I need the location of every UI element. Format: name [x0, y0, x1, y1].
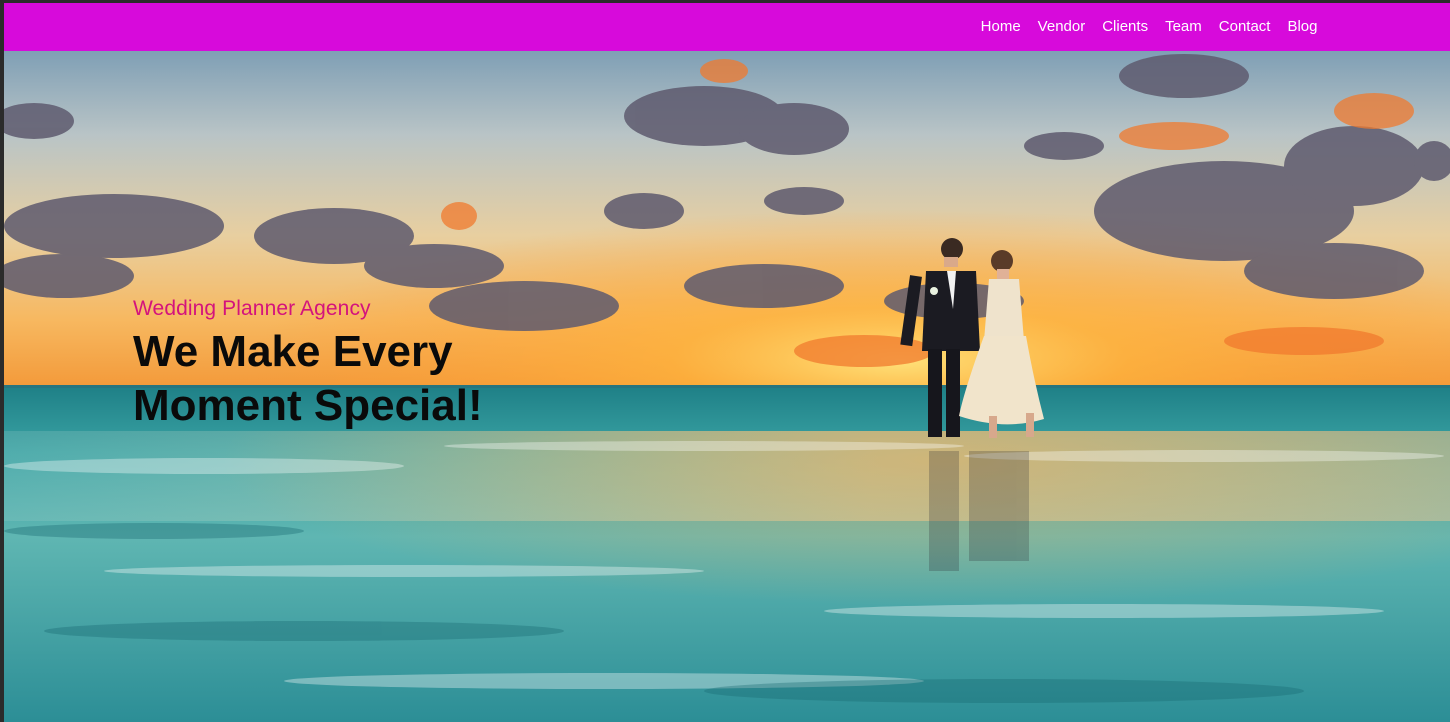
hero-subtitle: Wedding Planner Agency [133, 297, 371, 320]
nav-link-blog[interactable]: Blog [1279, 3, 1326, 51]
nav-link-home[interactable]: Home [972, 3, 1029, 51]
nav-link-vendor[interactable]: Vendor [1029, 3, 1094, 51]
hero-text: Wedding Planner Agency We Make Every Mom… [133, 297, 513, 433]
page: Home Vendor Clients Team Contact Blog We… [4, 3, 1450, 722]
nav-link-clients[interactable]: Clients [1094, 3, 1157, 51]
nav-link-team[interactable]: Team [1157, 3, 1211, 51]
hero-section: Wedding Planner Agency We Make Every Mom… [4, 51, 1450, 722]
hero-title: We Make Every Moment Special! [133, 327, 483, 430]
navbar: Home Vendor Clients Team Contact Blog [4, 3, 1450, 51]
nav-menu: Home Vendor Clients Team Contact Blog [972, 3, 1326, 51]
nav-link-contact[interactable]: Contact [1210, 3, 1279, 51]
